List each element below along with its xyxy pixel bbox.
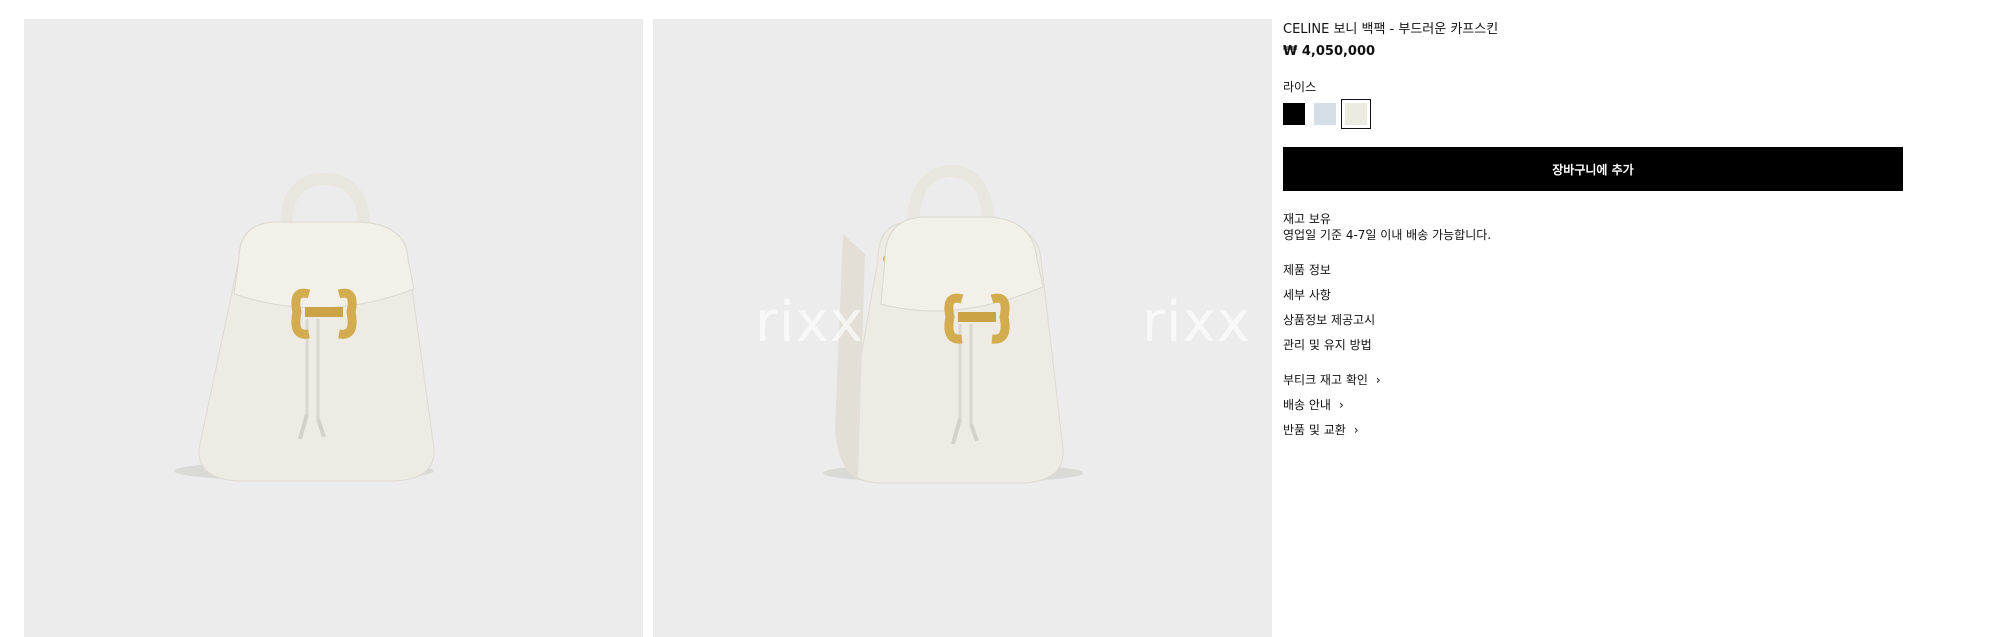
link-returns[interactable]: 반품 및 교환 › bbox=[1283, 421, 1359, 438]
chevron-right-icon: › bbox=[1375, 373, 1381, 387]
link-label: 배송 안내 bbox=[1283, 398, 1331, 412]
link-shipping[interactable]: 배송 안내 › bbox=[1283, 396, 1344, 413]
stock-info: 재고 보유 영업일 기준 4-7일 이내 배송 가능합니다. bbox=[1283, 211, 1491, 243]
watermark-text: rixx bbox=[755, 290, 864, 355]
shipping-note: 영업일 기준 4-7일 이내 배송 가능합니다. bbox=[1283, 228, 1492, 242]
link-label: 부티크 재고 확인 bbox=[1283, 373, 1368, 387]
color-swatch-black[interactable] bbox=[1283, 103, 1305, 125]
link-product-info[interactable]: 제품 정보 bbox=[1283, 261, 1331, 278]
chevron-right-icon: › bbox=[1338, 398, 1344, 412]
stock-status: 재고 보유 bbox=[1283, 212, 1331, 226]
add-to-cart-button[interactable]: 장바구니에 추가 bbox=[1283, 147, 1903, 191]
product-image-front[interactable] bbox=[24, 19, 643, 637]
link-product-notice[interactable]: 상품정보 제공고시 bbox=[1283, 311, 1375, 328]
link-label: 반품 및 교환 bbox=[1283, 423, 1346, 437]
watermark-text: rixx bbox=[1142, 290, 1251, 355]
link-boutique-stock[interactable]: 부티크 재고 확인 › bbox=[1283, 371, 1381, 388]
link-care[interactable]: 관리 및 유지 방법 bbox=[1283, 336, 1372, 353]
color-swatch-light-blue[interactable] bbox=[1314, 103, 1336, 125]
selected-color-name: 라이스 bbox=[1283, 80, 1317, 94]
chevron-right-icon: › bbox=[1353, 423, 1359, 437]
backpack-front-illustration bbox=[174, 172, 435, 482]
product-price: ₩ 4,050,000 bbox=[1283, 44, 1376, 59]
color-swatch-rice[interactable] bbox=[1341, 99, 1371, 129]
link-details[interactable]: 세부 사항 bbox=[1283, 286, 1331, 303]
product-title: CELINE 보니 백팩 - 부드러운 카프스킨 bbox=[1283, 22, 1499, 37]
